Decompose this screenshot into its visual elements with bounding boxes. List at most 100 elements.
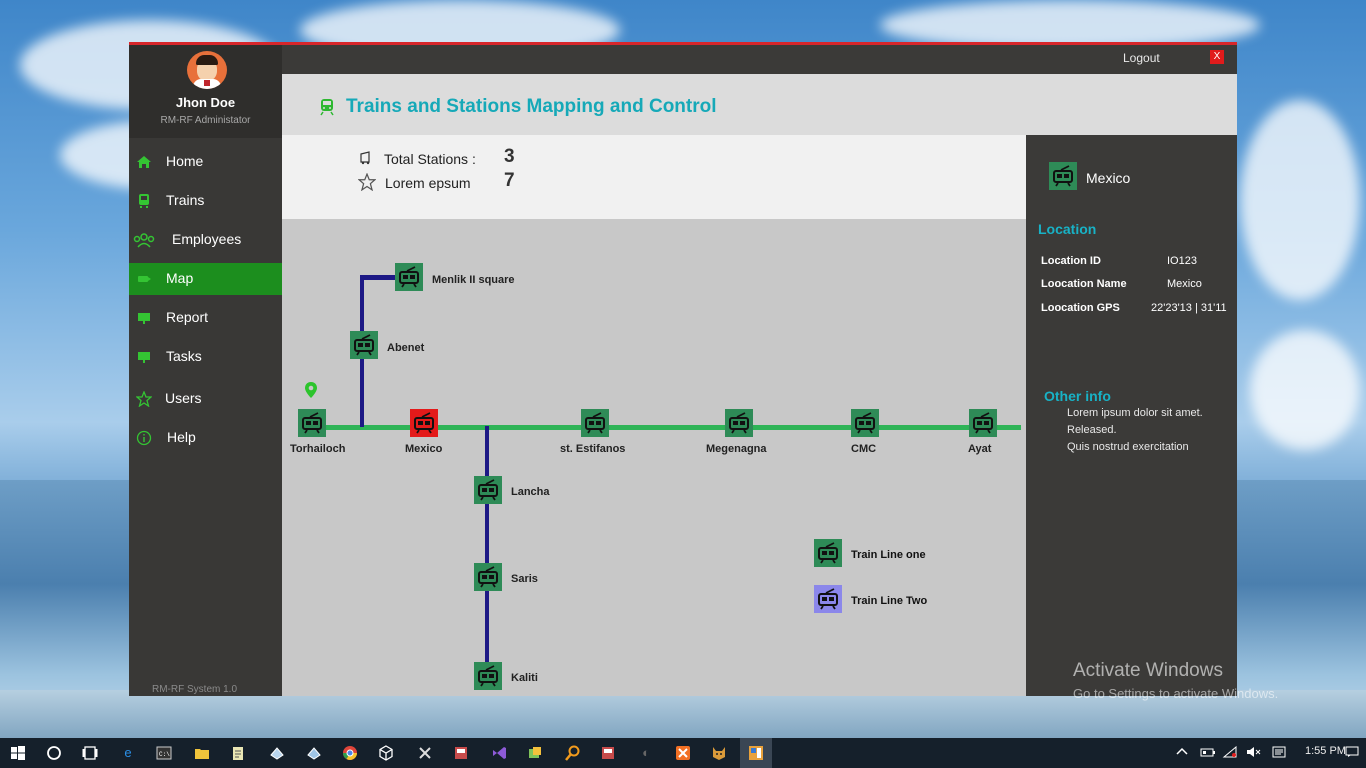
sidebar-item-trains[interactable]: Trains [129, 185, 282, 217]
info-icon [136, 430, 152, 446]
start-icon[interactable] [10, 745, 26, 761]
station-estifanos[interactable] [581, 409, 609, 437]
station-kaliti[interactable] [474, 662, 502, 690]
profile-panel: Jhon Doe RM-RF Administator [129, 45, 282, 138]
selected-station-icon [1049, 162, 1077, 190]
sidebar-item-label: Help [167, 429, 196, 445]
total-stations-label: Total Stations : [384, 151, 476, 167]
xampp-icon[interactable] [675, 745, 691, 761]
system-version: RM-RF System 1.0 [152, 684, 238, 695]
station-label: Menlik II square [432, 274, 515, 286]
people-icon [133, 232, 155, 248]
user-name: Jhon Doe [175, 95, 236, 110]
task-view-icon[interactable] [82, 745, 98, 761]
search-app-icon[interactable] [565, 745, 581, 761]
logout-button[interactable]: Logout [1123, 51, 1160, 65]
map-icon [136, 271, 152, 287]
chrome-icon[interactable] [342, 745, 358, 761]
station-label: Ayat [968, 443, 992, 455]
legend-line-one-swatch [814, 539, 842, 567]
station-torhailoch[interactable] [298, 409, 326, 437]
station-label: st. Estifanos [560, 443, 626, 455]
station-info-panel: Mexico Location Location ID IO123 Loocat… [1026, 135, 1237, 696]
app-icon[interactable] [269, 745, 285, 761]
svg-text:C:\: C:\ [159, 751, 170, 758]
sidebar: Jhon Doe RM-RF Administator Home Trains … [129, 45, 282, 696]
train-icon [136, 193, 152, 209]
train-icon [320, 98, 334, 116]
other-info-line: Quis nostrud exercitation [1067, 441, 1189, 453]
location-pin-icon [304, 381, 318, 402]
page-title: Trains and Stations Mapping and Control [346, 96, 717, 117]
cube-icon[interactable] [378, 745, 394, 761]
keyboard-icon[interactable] [1272, 746, 1286, 761]
sidebar-item-users[interactable]: Users [129, 383, 282, 415]
app-icon[interactable] [306, 745, 322, 761]
legend-line-two-label: Train Line Two [851, 595, 928, 607]
station-megenagna[interactable] [725, 409, 753, 437]
bus-icon [359, 151, 375, 169]
location-name-label: Loocation Name [1041, 278, 1127, 290]
cat-icon[interactable] [711, 745, 727, 761]
legend-line-one-label: Train Line one [851, 549, 926, 561]
sidebar-item-label: Users [165, 390, 202, 406]
app-window: Jhon Doe RM-RF Administator Home Trains … [129, 42, 1237, 696]
train-line-one [298, 425, 1021, 430]
station-mexico[interactable] [410, 409, 438, 437]
notifications-icon[interactable] [1345, 746, 1359, 761]
chevron-up-icon[interactable] [1176, 746, 1188, 761]
sidebar-item-help[interactable]: Help [129, 422, 282, 454]
app-icon[interactable] [453, 745, 469, 761]
terminal-icon[interactable]: C:\ [156, 745, 172, 761]
home-icon [136, 154, 152, 170]
sidebar-item-label: Tasks [166, 348, 202, 364]
sidebar-item-report[interactable]: Report [129, 302, 282, 334]
app-icon[interactable] [527, 745, 543, 761]
station-menlik[interactable] [395, 263, 423, 291]
sidebar-item-label: Map [166, 270, 194, 286]
edge-icon[interactable]: e [120, 745, 136, 761]
sidebar-item-label: Trains [166, 192, 205, 208]
sidebar-item-label: Home [166, 153, 204, 169]
close-button[interactable]: X [1210, 50, 1224, 64]
sidebar-item-employees[interactable]: Employees [129, 224, 282, 256]
train-line-two-branch [360, 275, 396, 280]
file-explorer-icon[interactable] [194, 745, 210, 761]
moon-icon[interactable]: ◐ [638, 745, 654, 761]
battery-icon[interactable] [1200, 746, 1216, 761]
tasks-icon [136, 349, 152, 365]
clock-time[interactable]: 1:55 PM [1305, 745, 1346, 757]
report-icon [136, 310, 152, 326]
active-app-icon[interactable] [740, 738, 772, 768]
other-info-line: Released. [1067, 424, 1117, 436]
station-label: Lancha [511, 486, 550, 498]
station-cmc[interactable] [851, 409, 879, 437]
search-icon[interactable] [46, 745, 62, 761]
user-role: RM-RF Administator [160, 115, 251, 126]
station-ayat[interactable] [969, 409, 997, 437]
tools-icon[interactable] [417, 745, 433, 761]
location-gps-label: Loocation GPS [1041, 302, 1120, 314]
station-abenet[interactable] [350, 331, 378, 359]
station-label: Abenet [387, 342, 425, 354]
sidebar-item-map[interactable]: Map [129, 263, 282, 295]
other-info-line: Lorem ipsum dolor sit amet. [1067, 407, 1203, 419]
sidebar-item-label: Report [166, 309, 209, 325]
lorem-value: 7 [504, 170, 515, 191]
station-lancha[interactable] [474, 476, 502, 504]
notepad-icon[interactable] [230, 745, 246, 761]
station-label: Torhailoch [290, 443, 346, 455]
wifi-icon[interactable] [1222, 745, 1238, 761]
visual-studio-icon[interactable] [491, 745, 507, 761]
location-id-value: IO123 [1167, 255, 1197, 267]
app-icon[interactable] [600, 745, 616, 761]
lorem-label: Lorem epsum [385, 175, 471, 191]
taskbar: e C:\ ◐ 1:55 PM [0, 738, 1366, 768]
location-name-value: Mexico [1167, 278, 1202, 290]
sidebar-item-home[interactable]: Home [129, 146, 282, 178]
station-saris[interactable] [474, 563, 502, 591]
legend-line-two-swatch [814, 585, 842, 613]
volume-icon[interactable] [1246, 746, 1262, 761]
sidebar-item-tasks[interactable]: Tasks [129, 341, 282, 373]
location-gps-value: 22'23'13 | 31'11 [1151, 302, 1227, 314]
